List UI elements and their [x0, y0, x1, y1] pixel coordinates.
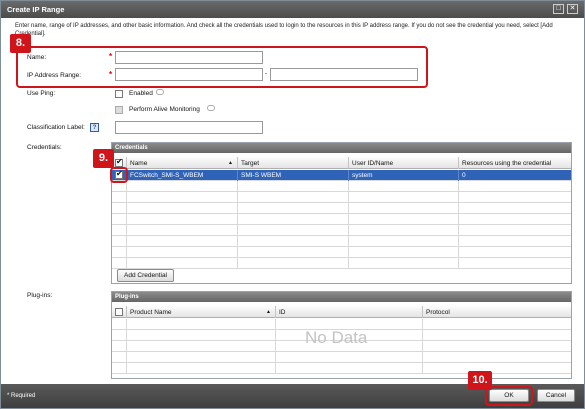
cell-name: FCSwitch_SMI-S_WBEM [127, 170, 238, 181]
ip-range-required-mark: * [109, 70, 113, 79]
cell-user: system [349, 170, 459, 181]
enabled-checkbox[interactable] [115, 90, 123, 98]
sort-ascending-icon: ▲ [228, 160, 233, 166]
no-data-message: No Data [305, 328, 368, 347]
table-row [112, 181, 571, 192]
required-note: * Required [7, 393, 36, 399]
range-separator: - [265, 70, 268, 77]
classification-input[interactable] [115, 121, 263, 134]
credentials-label: Credentials: [27, 144, 62, 151]
restore-icon[interactable]: □ [553, 4, 564, 14]
enabled-label: Enabled [129, 90, 153, 97]
plugins-grid-title: Plug-ins [112, 292, 571, 302]
create-ip-range-dialog: Create IP Range □ ✕ Enter name, range of… [0, 0, 585, 409]
table-row [112, 236, 571, 247]
name-required-mark: * [109, 52, 113, 61]
table-row [112, 192, 571, 203]
add-credential-button[interactable]: Add Credential [117, 269, 174, 282]
credentials-grid-title: Credentials [112, 143, 571, 153]
name-input[interactable] [115, 51, 263, 64]
cell-resources: 0 [462, 172, 466, 179]
column-name[interactable]: Name ▲ [127, 157, 238, 169]
intro-text: Enter name, range of IP addresses, and o… [15, 23, 553, 37]
select-all-checkbox[interactable] [115, 157, 123, 167]
classification-label: Classification Label: [27, 124, 85, 131]
title-bar: Create IP Range □ ✕ [1, 1, 584, 18]
plugins-label: Plug-ins: [27, 292, 53, 299]
alive-monitoring-label: Perform Alive Monitoring [129, 106, 200, 113]
ip-range-end-input[interactable] [270, 68, 418, 81]
step-9-badge: 9. [93, 149, 114, 168]
column-id[interactable]: ID [276, 306, 423, 318]
table-row [112, 258, 571, 269]
ip-range-label: IP Address Range: [27, 72, 82, 79]
column-user-id[interactable]: User ID/Name [349, 157, 459, 169]
name-label: Name: [27, 54, 47, 61]
table-row [112, 225, 571, 236]
table-row [112, 214, 571, 225]
close-icon[interactable]: ✕ [567, 4, 578, 14]
table-row [112, 203, 571, 214]
alive-monitoring-checkbox[interactable] [115, 106, 123, 114]
cancel-button[interactable]: Cancel [537, 389, 575, 402]
table-row[interactable]: FCSwitch_SMI-S_WBEM SMI-S WBEM system 0 [112, 170, 571, 181]
alive-monitoring-comment-icon [207, 105, 215, 111]
credentials-grid: Credentials Name ▲ Target User ID/Name R… [111, 142, 572, 284]
use-ping-label: Use Ping: [27, 90, 56, 97]
column-protocol[interactable]: Protocol [423, 306, 571, 318]
column-product-name[interactable]: Product Name ▲ [127, 306, 276, 318]
plugins-grid-header: Product Name ▲ ID Protocol [112, 306, 571, 318]
column-target[interactable]: Target [238, 157, 349, 169]
plugins-grid: Plug-ins Product Name ▲ ID Protocol No D… [111, 291, 572, 379]
help-icon[interactable]: ? [90, 123, 99, 132]
table-row [112, 363, 571, 374]
step-10-highlight [485, 386, 533, 406]
select-all-checkbox[interactable] [115, 308, 123, 316]
credentials-grid-header: Name ▲ Target User ID/Name Resources usi… [112, 157, 571, 169]
select-all-column [112, 306, 127, 318]
enabled-comment-icon [156, 89, 164, 95]
table-row [112, 247, 571, 258]
ip-range-start-input[interactable] [115, 68, 263, 81]
table-row [112, 352, 571, 363]
cell-target: SMI-S WBEM [238, 170, 349, 181]
step-8-badge: 8. [10, 34, 31, 53]
column-resources[interactable]: Resources using the credential [459, 157, 571, 169]
dialog-title: Create IP Range [7, 5, 65, 14]
sort-ascending-icon: ▲ [266, 309, 271, 315]
step-9-highlight [110, 167, 128, 183]
